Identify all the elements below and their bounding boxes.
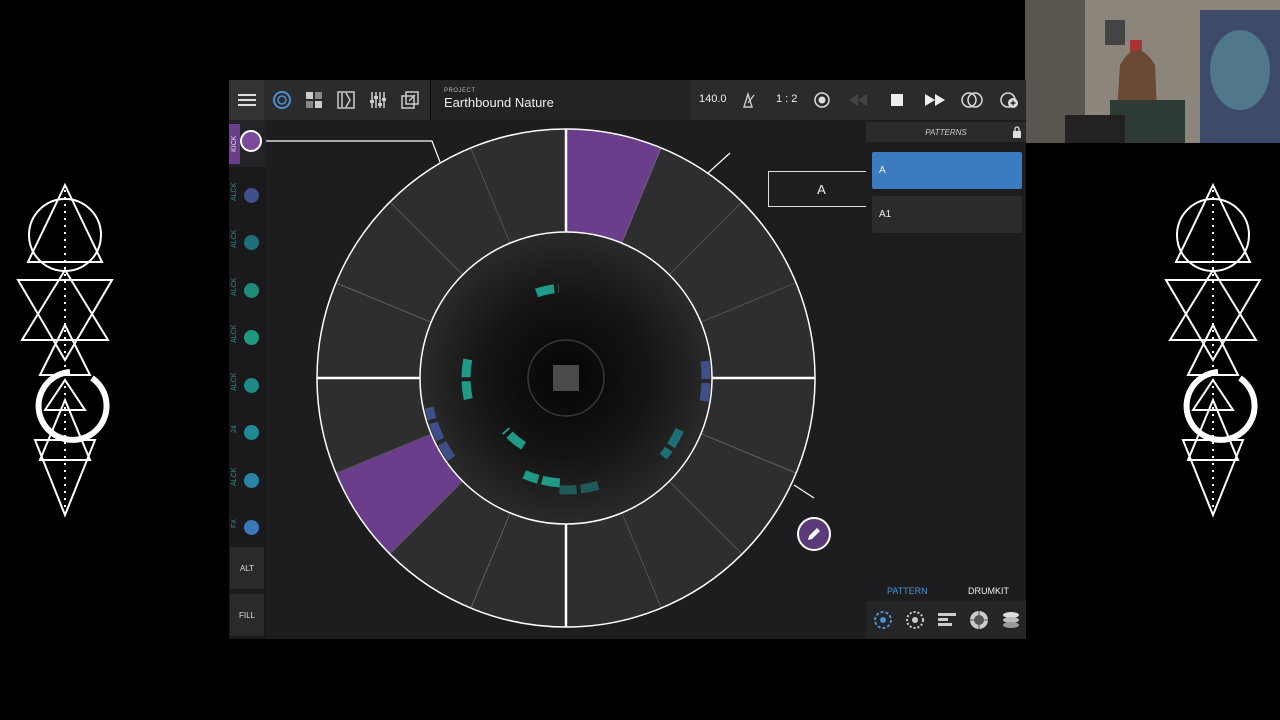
knob-button[interactable] [969, 610, 989, 630]
lane-label: ALCK [231, 324, 238, 344]
dotted-circle-button[interactable] [905, 610, 925, 630]
lane-0[interactable]: KICK [229, 120, 266, 167]
toolbar: PROJECT Earthbound Nature 140.0 1 : 2 [229, 80, 1026, 120]
circle-view-icon [273, 91, 291, 109]
transport-bar: 140.0 1 : 2 [690, 80, 1026, 120]
lane-connector-line [266, 140, 441, 163]
lane-dot[interactable] [244, 282, 259, 298]
pattern-item-label: A [879, 165, 886, 176]
metronome-button[interactable] [732, 80, 764, 120]
square-stop-icon[interactable] [553, 365, 579, 391]
pattern-connector-line [707, 152, 731, 174]
lane-dot[interactable] [244, 520, 259, 535]
export-icon [401, 91, 419, 109]
project-box[interactable]: PROJECT Earthbound Nature [430, 80, 694, 120]
record-button[interactable] [806, 80, 838, 120]
patterns-header: PATTERNS [866, 122, 1026, 142]
stack-button[interactable] [1001, 610, 1021, 630]
tab-drumkit[interactable]: DRUMKIT [968, 586, 1009, 596]
knob-icon [970, 611, 988, 629]
fill-button[interactable]: FILL [230, 594, 264, 636]
lane-label: ALCK [231, 372, 238, 391]
tab-pattern[interactable]: PATTERN [887, 586, 928, 596]
tempo-display[interactable]: 140.0 [699, 93, 727, 105]
lane-5[interactable]: ALCK [229, 358, 266, 405]
metronome-icon [743, 92, 755, 108]
export-button[interactable] [394, 80, 426, 120]
circle-view-button[interactable] [266, 80, 298, 120]
sequencer-stage: A [266, 120, 875, 639]
fast-forward-icon [925, 94, 945, 106]
lock-icon[interactable] [1012, 126, 1022, 138]
lane-6[interactable]: 24 [229, 405, 266, 452]
sliders-icon [370, 92, 386, 108]
lane-dot[interactable] [244, 425, 259, 440]
stack-icon [1003, 612, 1019, 628]
lane-dot[interactable] [244, 330, 259, 345]
pencil-icon [808, 528, 820, 540]
rewind-icon [849, 94, 867, 106]
patterns-title: PATTERNS [925, 127, 967, 137]
bars-button[interactable] [937, 610, 957, 630]
bars-icon [938, 613, 956, 626]
pattern-item-label: A1 [879, 209, 892, 220]
hamburger-icon [237, 94, 256, 106]
lane-7[interactable]: ALCK [229, 453, 266, 500]
fast-forward-button[interactable] [919, 80, 951, 120]
lane-1[interactable]: ALCK [229, 168, 266, 215]
lane-label: KICK [229, 124, 240, 164]
pattern-item[interactable]: A1 [872, 196, 1022, 233]
lane-label: ALCK [231, 182, 238, 201]
mixer-icon [337, 91, 355, 109]
patterns-tabs: PATTERN DRUMKIT [866, 582, 1026, 600]
app-window: PROJECT Earthbound Nature 140.0 1 : 2 KI… [229, 80, 1026, 639]
record-icon [814, 92, 830, 108]
lane-dot[interactable] [244, 377, 259, 393]
patterns-panel: PATTERNS A A1 PATTERN DRUMKIT [866, 120, 1026, 639]
lane-dot[interactable] [240, 130, 262, 152]
add-loop-button[interactable] [993, 80, 1025, 120]
stop-icon [891, 94, 903, 106]
stop-button[interactable] [881, 80, 913, 120]
lane-dot[interactable] [244, 472, 259, 488]
lane-label: ALCK [231, 229, 238, 249]
pattern-letter-box[interactable]: A [768, 171, 875, 207]
instrument-lanes: KICK ALCK ALCK ALCK ALCK ALCK 24 ALCK FX ALT FIL… [229, 120, 266, 639]
lane-4[interactable]: ALCK [229, 310, 266, 357]
mixer-button[interactable] [330, 80, 362, 120]
webcam-overlay [1025, 0, 1280, 143]
loop-icon [961, 92, 983, 108]
edit-connector-line [793, 484, 815, 499]
pattern-circle-icon [874, 611, 892, 629]
lane-dot[interactable] [244, 187, 259, 203]
lane-label: ALCK [231, 277, 238, 296]
lane-8[interactable]: FX [229, 500, 266, 547]
patterns-bottom-bar [866, 601, 1026, 639]
lane-label: ALCK [231, 467, 238, 486]
dotted-circle-icon [906, 611, 924, 629]
lane-dot[interactable] [244, 235, 259, 250]
lane-label: FX [231, 519, 238, 529]
time-signature[interactable]: 1 : 2 [776, 93, 797, 105]
sliders-button[interactable] [362, 80, 394, 120]
alt-button[interactable]: ALT [230, 547, 264, 589]
loop-button[interactable] [956, 80, 988, 120]
lane-label: 24 [231, 425, 238, 433]
menu-button[interactable] [229, 80, 264, 120]
grid-view-icon [306, 92, 322, 108]
pattern-circle-button[interactable] [873, 610, 893, 630]
grid-view-button[interactable] [298, 80, 330, 120]
rewind-button[interactable] [842, 80, 874, 120]
left-mandala-decoration [16, 182, 114, 518]
project-label: PROJECT [444, 88, 476, 94]
lane-2[interactable]: ALCK [229, 215, 266, 262]
edit-button[interactable] [797, 517, 831, 551]
lane-3[interactable]: ALCK [229, 263, 266, 310]
project-name: Earthbound Nature [444, 95, 554, 110]
pattern-item[interactable]: A [872, 152, 1022, 189]
add-loop-icon [1000, 92, 1018, 108]
